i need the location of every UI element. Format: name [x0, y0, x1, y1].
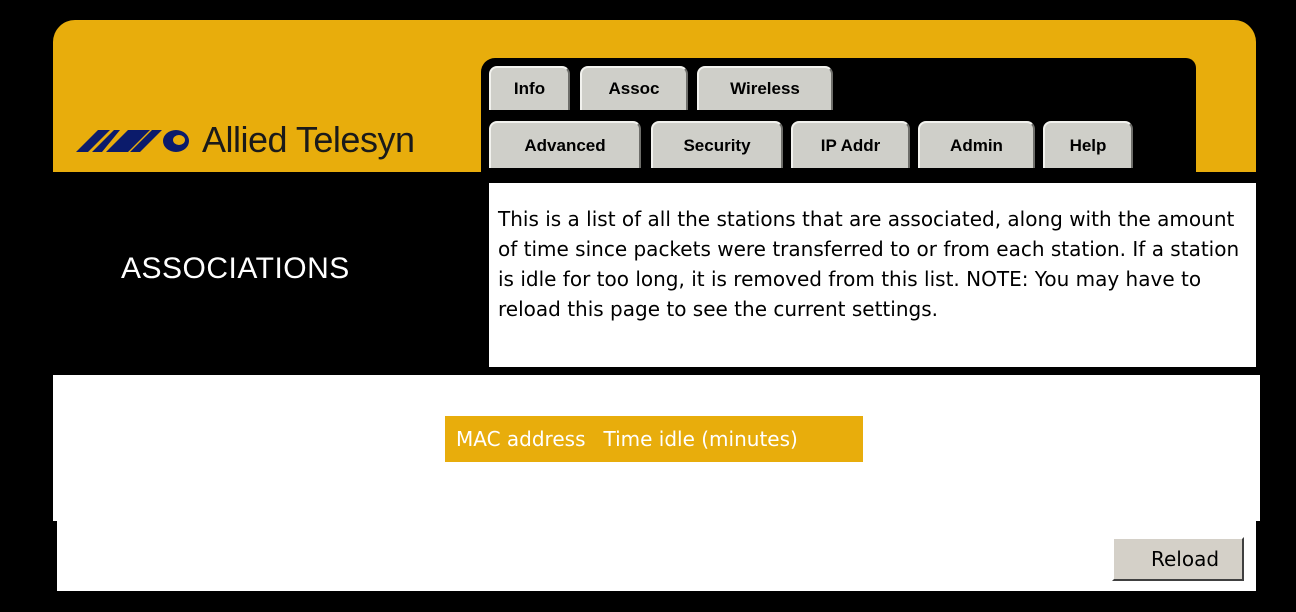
column-header-time-idle: Time idle (minutes): [603, 427, 798, 451]
content-area-lower: [57, 521, 1256, 591]
tab-admin[interactable]: Admin: [918, 121, 1035, 168]
tab-label: IP Addr: [820, 135, 881, 155]
tab-label: Info: [513, 79, 546, 98]
page-description: This is a list of all the stations that …: [489, 183, 1256, 367]
tab-wireless[interactable]: Wireless: [697, 66, 833, 110]
tab-label: Security: [683, 135, 751, 155]
tab-label: Assoc: [608, 79, 660, 98]
tab-advanced[interactable]: Advanced: [489, 121, 641, 168]
brand-name: Allied Telesyn: [202, 119, 415, 160]
associations-table-header: MAC address Time idle (minutes): [445, 416, 863, 462]
tab-security[interactable]: Security: [651, 121, 783, 168]
tab-ip-addr[interactable]: IP Addr: [791, 121, 910, 168]
allied-telesyn-logo: Allied Telesyn: [76, 118, 415, 162]
reload-button[interactable]: Reload: [1112, 537, 1244, 581]
tab-assoc[interactable]: Assoc: [580, 66, 688, 110]
tab-label: Admin: [950, 135, 1003, 155]
tab-label: Advanced: [524, 135, 606, 155]
tab-help[interactable]: Help: [1043, 121, 1133, 168]
allied-telesyn-logo-mark-icon: [76, 130, 189, 152]
page-title: ASSOCIATIONS: [121, 252, 350, 285]
tab-info[interactable]: Info: [489, 66, 570, 110]
column-header-mac-address: MAC address: [456, 427, 586, 451]
tab-label: Wireless: [730, 79, 800, 98]
reload-button-label: Reload: [1150, 547, 1220, 571]
tab-label: Help: [1069, 135, 1107, 155]
